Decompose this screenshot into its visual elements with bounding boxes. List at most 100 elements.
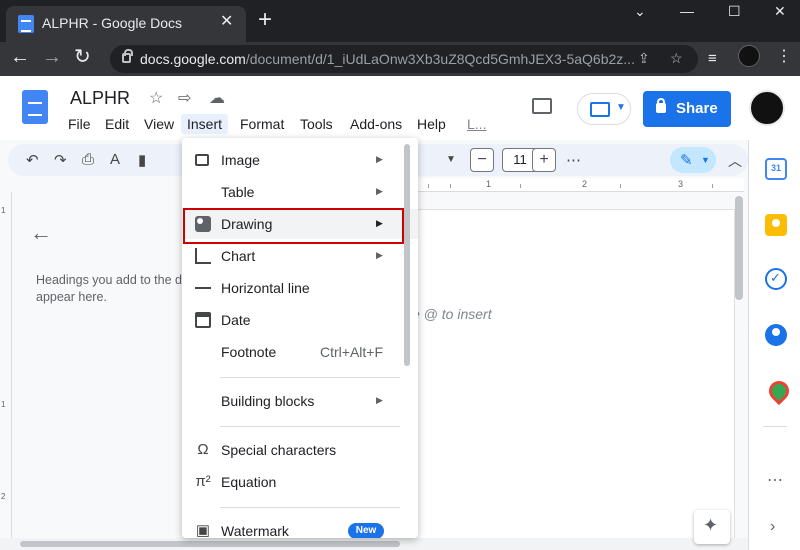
plus-icon[interactable]: + <box>258 8 272 32</box>
url-host: docs.google.com <box>140 51 246 67</box>
submenu-arrow-icon: ▶ <box>376 154 383 164</box>
date-icon <box>195 312 211 328</box>
submenu-arrow-icon: ▶ <box>376 250 383 260</box>
document-page[interactable]: e @ to insert <box>408 210 734 540</box>
menu-file[interactable]: File <box>62 114 97 134</box>
submenu-arrow-icon: ▶ <box>376 186 383 196</box>
menu-item-label: Table <box>221 184 255 200</box>
editing-mode-button[interactable]: ✎ ▼ <box>670 147 716 173</box>
chevron-right-icon[interactable]: › <box>770 518 775 536</box>
menu-insert[interactable]: Insert <box>181 114 229 134</box>
submenu-arrow-icon: ▶ <box>376 218 383 228</box>
explore-button[interactable] <box>694 510 730 544</box>
spellcheck-icon[interactable]: A <box>110 151 120 168</box>
keep-icon[interactable] <box>765 214 787 236</box>
docs-logo-icon[interactable] <box>22 90 48 124</box>
menu-item-special-characters[interactable]: Ω Special characters <box>182 435 418 465</box>
menu-view[interactable]: View <box>138 114 180 134</box>
cloud-status-icon[interactable]: ☁ <box>209 88 225 108</box>
more-options-icon[interactable]: ⋯ <box>566 151 581 169</box>
menu-format[interactable]: Format <box>234 114 290 134</box>
horizontal-scrollbar[interactable] <box>20 541 400 547</box>
menu-divider <box>220 507 400 508</box>
font-size-increase-button[interactable]: + <box>532 148 556 172</box>
menu-item-drawing[interactable]: Drawing ▶ <box>182 208 418 244</box>
menu-icon[interactable]: ⋮ <box>776 46 792 68</box>
share-button[interactable]: Share <box>643 91 731 127</box>
media-icon[interactable]: ≡ <box>708 48 717 70</box>
address-bar[interactable]: docs.google.com/document/d/1_iUdLaOnw3Xb… <box>110 45 698 73</box>
menu-item-equation[interactable]: π² Equation <box>182 467 418 497</box>
contacts-icon[interactable] <box>765 324 787 346</box>
browser-titlebar: ALPHR - Google Docs ✕ + ⌄ — ☐ ✕ <box>0 0 800 42</box>
close-icon[interactable]: ✕ <box>220 11 233 31</box>
more-icon[interactable]: ⋯ <box>767 470 783 490</box>
ruler-tick <box>712 184 713 188</box>
calendar-icon[interactable]: 31 <box>765 158 787 180</box>
maximize-icon[interactable]: ☐ <box>728 3 741 20</box>
insert-menu: Image ▶ Table ▶ Drawing ▶ Chart ▶ Horizo… <box>182 138 418 538</box>
menu-item-watermark[interactable]: ▣ Watermark New <box>182 516 418 538</box>
ruler-number: 1 <box>486 179 492 189</box>
document-outline: ← Headings you add to the d appear here. <box>12 192 182 538</box>
vertical-ruler[interactable]: 1 1 2 <box>0 192 12 538</box>
vertical-scrollbar[interactable] <box>735 196 743 300</box>
share-icon[interactable]: ⇪ <box>638 50 650 67</box>
chart-icon <box>195 248 211 264</box>
present-button[interactable]: ▼ <box>577 93 631 125</box>
chevron-down-icon: ▼ <box>616 102 626 113</box>
menu-item-horizontal-line[interactable]: Horizontal line <box>182 273 418 303</box>
menu-divider <box>220 426 400 427</box>
redo-icon[interactable]: ↷ <box>54 151 67 169</box>
ruler-number: 3 <box>678 179 684 189</box>
close-window-icon[interactable]: ✕ <box>774 3 786 20</box>
menu-divider <box>220 377 400 378</box>
maps-icon[interactable] <box>765 380 787 402</box>
minimize-icon[interactable]: — <box>680 3 694 19</box>
document-title[interactable]: ALPHR <box>70 88 130 109</box>
tab-title: ALPHR - Google Docs <box>42 15 183 31</box>
menu-tools[interactable]: Tools <box>294 114 339 134</box>
ruler-tick <box>620 184 621 188</box>
watermark-icon: ▣ <box>195 522 211 539</box>
menu-item-image[interactable]: Image ▶ <box>182 145 418 175</box>
avatar[interactable] <box>749 90 785 126</box>
menu-help[interactable]: Help <box>411 114 452 134</box>
print-icon[interactable]: ⎙ <box>82 151 94 168</box>
outline-hint: Headings you add to the d appear here. <box>36 272 186 306</box>
menu-addons[interactable]: Add-ons <box>344 114 408 134</box>
lock-icon[interactable] <box>122 49 133 63</box>
chevron-up-icon[interactable]: ︿ <box>728 151 742 171</box>
menu-last-edit[interactable]: L... <box>461 114 492 134</box>
tasks-icon[interactable] <box>765 268 787 290</box>
back-arrow-icon[interactable]: ← <box>30 220 52 246</box>
move-icon[interactable]: ⇨ <box>178 88 191 108</box>
menu-edit[interactable]: Edit <box>99 114 135 134</box>
profile-icon[interactable] <box>738 45 760 67</box>
back-icon[interactable]: ← <box>10 46 30 68</box>
omega-icon: Ω <box>197 441 209 458</box>
reload-icon[interactable]: ↻ <box>74 46 91 68</box>
comment-icon[interactable] <box>532 98 552 114</box>
menu-item-table[interactable]: Table ▶ <box>182 177 418 207</box>
menu-item-date[interactable]: Date <box>182 305 418 335</box>
menu-item-footnote[interactable]: Footnote Ctrl+Alt+F <box>182 337 418 367</box>
image-icon <box>195 154 209 166</box>
chevron-down-icon[interactable]: ⌄ <box>634 3 646 20</box>
menu-item-label: Chart <box>221 248 256 264</box>
ruler-tick <box>450 184 451 188</box>
shortcut-label: Ctrl+Alt+F <box>320 344 384 360</box>
star-icon[interactable]: ☆ <box>670 50 683 67</box>
undo-icon[interactable]: ↶ <box>26 151 39 169</box>
star-icon[interactable]: ☆ <box>149 88 163 108</box>
url-text: docs.google.com/document/d/1_iUdLaOnw3Xb… <box>140 51 640 67</box>
paint-format-icon[interactable]: ▮ <box>138 151 146 169</box>
forward-icon[interactable]: → <box>42 46 62 68</box>
font-dropdown-icon[interactable]: ▼ <box>446 154 456 165</box>
menu-item-label: Date <box>221 312 251 328</box>
browser-tab[interactable]: ALPHR - Google Docs ✕ <box>6 6 246 42</box>
menu-scrollbar[interactable] <box>404 144 410 366</box>
menu-item-building-blocks[interactable]: Building blocks ▶ <box>182 386 418 416</box>
font-size-decrease-button[interactable]: − <box>470 148 494 172</box>
menu-item-chart[interactable]: Chart ▶ <box>182 241 418 271</box>
